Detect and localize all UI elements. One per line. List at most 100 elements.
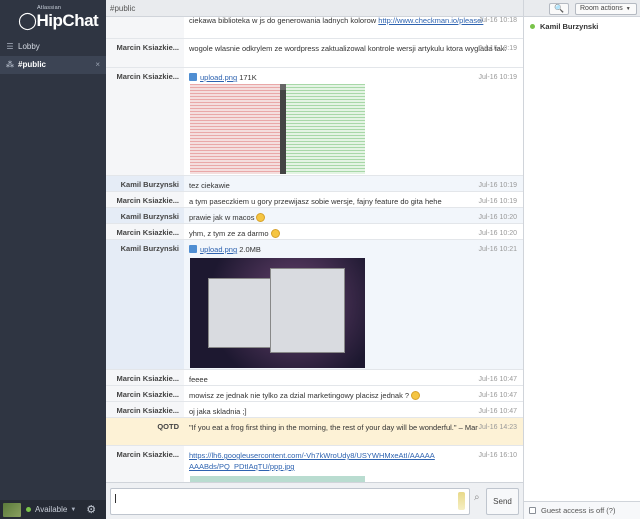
status-dot — [26, 507, 31, 512]
message-text: wogole wlasnie odkrylem ze wordpress zak… — [189, 44, 507, 53]
message-author — [106, 17, 184, 38]
message-text: prawie jak w macos — [189, 213, 255, 222]
emoticon-icon[interactable] — [458, 492, 465, 510]
message-row: QOTD "If you eat a frog first thing in t… — [106, 418, 523, 446]
message-time: Jul-16 10:18 — [478, 17, 517, 24]
roster-name: Kamil Burzynski — [540, 22, 599, 31]
chat-bubble-icon: ◯ — [18, 11, 37, 30]
file-link[interactable]: upload.png — [200, 73, 237, 82]
message-time: Jul-16 10:47 — [478, 408, 517, 415]
presence-bar: Available ▼ ⚙ — [0, 500, 106, 519]
message-body: "If you eat a frog first thing in the mo… — [184, 418, 523, 445]
guest-access: Guest access is off (?) — [524, 501, 640, 519]
message-row: Marcin Ksiazkie... yhm, z tym ze za darm… — [106, 224, 523, 240]
message-text: feeee — [189, 375, 208, 384]
chevron-down-icon[interactable]: ▼ — [70, 507, 76, 513]
message-body: yhm, z tym ze za darmo Jul-16 10:20 — [184, 224, 523, 239]
search-button[interactable]: 🔍 — [549, 3, 569, 15]
status-select[interactable]: Available — [35, 505, 67, 514]
message-body: feeee Jul-16 10:47 — [184, 370, 523, 385]
message-time: Jul-16 10:19 — [478, 180, 517, 191]
sidebar-item-label: #public — [18, 60, 47, 69]
message-body: mowisz ze jednak nie tylko za dzial mark… — [184, 386, 523, 401]
message-row: Marcin Ksiazkie... https://lh6.googleuse… — [106, 446, 523, 482]
guest-access-checkbox[interactable] — [529, 507, 536, 514]
paperclip-icon[interactable]: ⌕ — [474, 492, 482, 510]
message-time: Jul-16 10:19 — [478, 45, 517, 52]
sidebar-item-lobby[interactable]: ☰ Lobby — [0, 38, 106, 56]
message-link[interactable]: http://www.checkman.io/please/ — [378, 17, 483, 25]
guest-access-label: Guest access is off (?) — [541, 506, 616, 515]
message-link[interactable]: https://lh6.googleusercontent.com/-Vh7kW… — [189, 450, 439, 472]
message-body: ciekawa biblioteka w js do generowania l… — [184, 17, 523, 38]
smiley-icon — [411, 391, 421, 400]
message-author: Kamil Burzynski — [106, 208, 184, 223]
text-cursor — [115, 494, 116, 503]
message-body: wogole wlasnie odkrylem ze wordpress zak… — [184, 39, 523, 67]
message-time: Jul-16 16:10 — [478, 452, 517, 459]
message-time: Jul-16 10:20 — [478, 212, 517, 223]
composer: ⌕ Send — [106, 482, 523, 519]
message-text: tez ciekawie — [189, 181, 230, 190]
message-text: ciekawa biblioteka w js do generowania l… — [189, 17, 377, 25]
brand-text: HipChat — [36, 11, 99, 30]
message-author: Marcin Ksiazkie... — [116, 228, 179, 237]
message-body: tez ciekawie Jul-16 10:19 — [184, 176, 523, 191]
message-author: Marcin Ksiazkie... — [116, 72, 179, 81]
gear-icon[interactable]: ⚙ — [86, 503, 96, 516]
message-body: a tym paseczkiem u gory przewijasz sobie… — [184, 192, 523, 207]
message-text: a tym paseczkiem u gory przewijasz sobie… — [189, 197, 442, 206]
sidebar-item-public[interactable]: ⁂ #public × — [0, 56, 106, 74]
status-dot — [530, 24, 535, 29]
chat-icon: ⁂ — [5, 60, 15, 69]
message-author: Marcin Ksiazkie... — [116, 406, 179, 415]
close-icon[interactable]: × — [95, 56, 100, 74]
sidebar-item-label: Lobby — [18, 42, 40, 51]
message-author: Kamil Burzynski — [106, 240, 184, 369]
message-author: Marcin Ksiazkie... — [116, 196, 179, 205]
message-body: oj jaka skladnia ;] Jul-16 10:47 — [184, 402, 523, 417]
message-list[interactable]: ciekawa biblioteka w js do generowania l… — [106, 17, 523, 482]
message-text: "If you eat a frog first thing in the mo… — [189, 423, 504, 432]
message-author: Marcin Ksiazkie... — [116, 390, 179, 399]
image-file-icon — [189, 73, 197, 81]
roster-list: Kamil Burzynski — [524, 17, 640, 31]
room-toolbar: 🔍 Room actions ▼ — [524, 0, 640, 17]
hipchat-logo: Atlassian ◯HipChat — [0, 0, 106, 38]
message-row: Marcin Ksiazkie... mowisz ze jednak nie … — [106, 386, 523, 402]
thumbnail-right-pane — [286, 84, 365, 174]
message-row: Kamil Burzynski upload.png 2.0MB Jul-16 … — [106, 240, 523, 370]
room-actions-button[interactable]: Room actions ▼ — [575, 3, 637, 15]
file-size: 171K — [239, 73, 257, 82]
message-row: Kamil Burzynski tez ciekawie Jul-16 10:1… — [106, 176, 523, 192]
roster-panel: 🔍 Room actions ▼ Kamil Burzynski Guest ac… — [523, 0, 640, 519]
file-size: 2.0MB — [239, 245, 261, 254]
list-icon: ☰ — [6, 42, 14, 51]
message-time: Jul-16 10:19 — [478, 198, 517, 205]
message-row: Marcin Ksiazkie... oj jaka skladnia ;] J… — [106, 402, 523, 418]
thumbnail-window — [270, 268, 345, 353]
message-time: Jul-16 14:23 — [478, 422, 517, 433]
chevron-down-icon: ▼ — [625, 6, 631, 12]
message-time: Jul-16 10:21 — [478, 244, 517, 255]
message-row: ciekawa biblioteka w js do generowania l… — [106, 17, 523, 39]
image-thumbnail[interactable] — [190, 84, 365, 174]
message-text: mowisz ze jednak nie tylko za dzial mark… — [189, 391, 410, 400]
roster-item[interactable]: Kamil Burzynski — [530, 22, 640, 31]
message-author: QOTD — [106, 418, 184, 445]
search-icon: 🔍 — [554, 4, 564, 13]
room-title: #public — [106, 0, 523, 17]
message-row: Marcin Ksiazkie... upload.png 171K Jul-1… — [106, 68, 523, 176]
message-time: Jul-16 10:19 — [478, 74, 517, 81]
message-body: prawie jak w macos Jul-16 10:20 — [184, 208, 523, 223]
message-row: Marcin Ksiazkie... feeee Jul-16 10:47 — [106, 370, 523, 386]
chat-pane: #public ciekawa biblioteka w js do gener… — [106, 0, 523, 519]
message-text: oj jaka skladnia ;] — [189, 407, 247, 416]
brand-name: ◯HipChat — [18, 11, 99, 31]
send-button[interactable]: Send — [486, 488, 519, 515]
avatar[interactable] — [3, 502, 21, 517]
thumbnail-window — [208, 278, 278, 348]
image-thumbnail[interactable] — [190, 258, 365, 368]
message-input[interactable] — [110, 488, 470, 515]
file-link[interactable]: upload.png — [200, 245, 237, 254]
